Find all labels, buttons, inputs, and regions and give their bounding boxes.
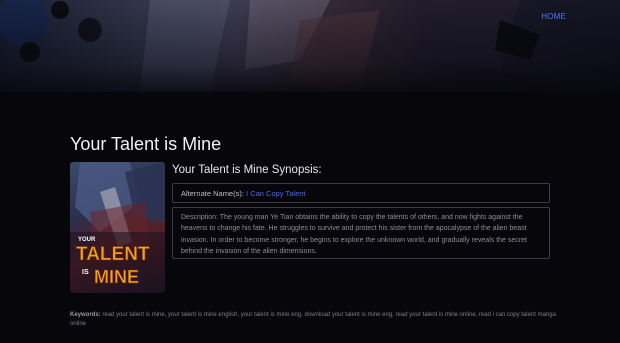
cover-image: YOUR TALENT IS MINE <box>70 162 165 293</box>
hero-banner: HOME <box>0 0 620 92</box>
cover-artwork: YOUR TALENT IS MINE <box>70 162 165 293</box>
synopsis-heading: Your Talent is Mine Synopsis: <box>172 164 322 176</box>
keywords-text: read your talent is mine, your talent is… <box>70 312 556 327</box>
page-title: Your Talent is Mine <box>70 134 222 154</box>
cover-title-line4: MINE <box>94 267 139 287</box>
cover-title-line3: IS <box>82 269 89 276</box>
keywords-section: Keywords: read your talent is mine, your… <box>70 311 556 329</box>
keywords-label: Keywords: <box>70 312 101 318</box>
description-text: Description: The young man Ye Tian obtai… <box>181 214 527 255</box>
alternate-name-link[interactable]: I Can Copy Talent <box>246 189 305 198</box>
alternate-names-label: Alternate Name(s): <box>181 189 244 198</box>
cover-title-line1: YOUR <box>78 237 96 243</box>
nav-home-link[interactable]: HOME <box>541 12 566 21</box>
alternate-names-box: Alternate Name(s): I Can Copy Talent <box>172 183 550 203</box>
hero-shade <box>0 0 620 92</box>
cover-title-line2: TALENT <box>76 244 150 265</box>
description-box: Description: The young man Ye Tian obtai… <box>172 207 550 259</box>
